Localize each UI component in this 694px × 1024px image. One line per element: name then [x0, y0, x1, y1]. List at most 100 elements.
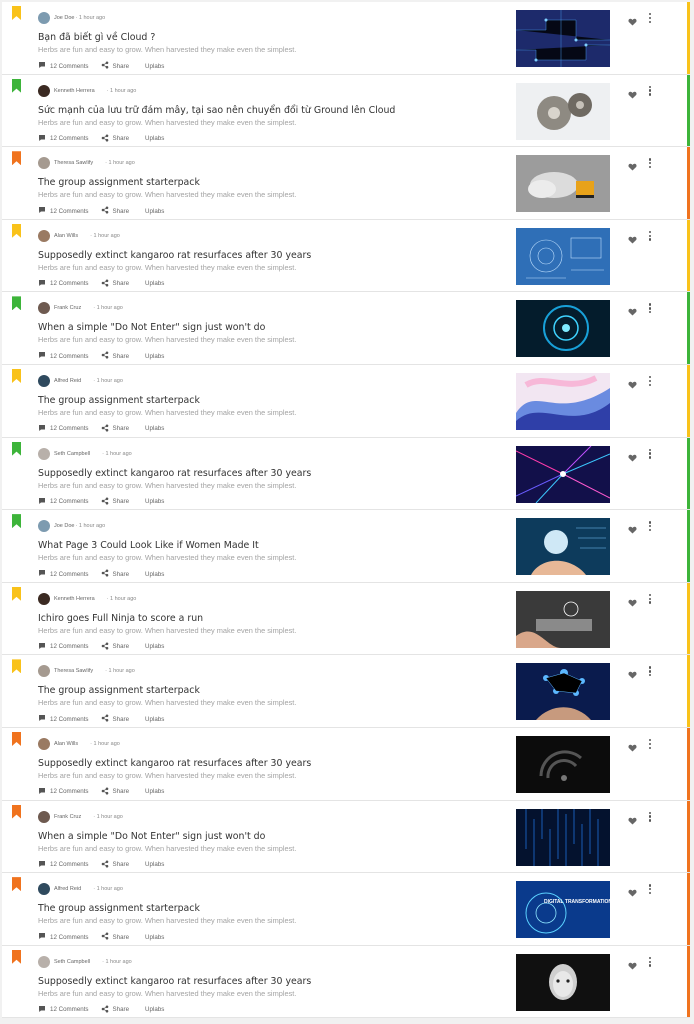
more-options-icon[interactable]: [648, 811, 652, 822]
more-options-icon[interactable]: [648, 303, 652, 314]
post-title[interactable]: Supposedly extinct kangaroo rat resurfac…: [38, 976, 311, 987]
author-name[interactable]: Joe Doe: [54, 523, 75, 529]
post-title[interactable]: When a simple "Do Not Enter" sign just w…: [38, 831, 265, 842]
more-options-icon[interactable]: [648, 158, 652, 169]
share-button[interactable]: Share: [101, 351, 129, 361]
comments-button[interactable]: 12 Comments: [38, 932, 89, 942]
like-heart-icon[interactable]: [628, 376, 637, 394]
post-card[interactable]: Joe Doe · 1 hour ago What Page 3 Could L…: [2, 510, 690, 583]
post-thumbnail[interactable]: [516, 155, 610, 213]
author-name[interactable]: Seth Campbell: [54, 451, 90, 457]
author-name[interactable]: Frank Cruz: [54, 305, 81, 311]
bookmark-icon[interactable]: [12, 877, 21, 892]
post-thumbnail[interactable]: [516, 300, 610, 358]
like-heart-icon[interactable]: [628, 739, 637, 757]
uplabs-link[interactable]: Uplabs: [145, 716, 164, 723]
author-name[interactable]: Kenneth Herrera: [54, 88, 95, 94]
post-card[interactable]: Seth Campbell · 1 hour ago Supposedly ex…: [2, 437, 690, 511]
avatar[interactable]: [38, 84, 50, 97]
like-heart-icon[interactable]: [628, 86, 637, 104]
avatar[interactable]: [38, 737, 50, 750]
author-name[interactable]: Frank Cruz: [54, 814, 81, 820]
post-thumbnail[interactable]: [516, 10, 610, 67]
share-button[interactable]: Share: [101, 569, 129, 579]
post-thumbnail[interactable]: [516, 227, 610, 285]
author-name[interactable]: Theresa Sawlify: [54, 668, 93, 674]
share-button[interactable]: Share: [101, 61, 129, 71]
share-button[interactable]: Share: [101, 714, 129, 724]
uplabs-link[interactable]: Uplabs: [145, 1006, 164, 1013]
more-options-icon[interactable]: [648, 521, 652, 532]
post-thumbnail[interactable]: [516, 663, 610, 721]
comments-button[interactable]: 12 Comments: [38, 424, 89, 434]
like-heart-icon[interactable]: [628, 231, 637, 249]
comments-button[interactable]: 12 Comments: [38, 642, 89, 652]
avatar[interactable]: [38, 229, 50, 242]
more-options-icon[interactable]: [648, 884, 652, 895]
author-name[interactable]: Seth Campbell: [54, 959, 90, 965]
comments-button[interactable]: 12 Comments: [38, 714, 89, 724]
post-thumbnail[interactable]: [516, 445, 610, 503]
share-button[interactable]: Share: [101, 860, 129, 870]
more-options-icon[interactable]: [648, 738, 652, 749]
avatar[interactable]: [38, 302, 50, 315]
bookmark-icon[interactable]: [12, 441, 21, 456]
uplabs-link[interactable]: Uplabs: [145, 280, 164, 287]
post-thumbnail[interactable]: [516, 518, 610, 576]
uplabs-link[interactable]: Uplabs: [145, 425, 164, 432]
post-thumbnail[interactable]: DIGITAL TRANSFORMATION: [516, 881, 610, 939]
post-title[interactable]: Supposedly extinct kangaroo rat resurfac…: [38, 468, 311, 479]
post-title[interactable]: Ichiro goes Full Ninja to score a run: [38, 613, 203, 624]
uplabs-link[interactable]: Uplabs: [145, 861, 164, 868]
post-title[interactable]: Bạn đã biết gì về Cloud ?: [38, 32, 155, 43]
post-card[interactable]: Alan Wills · 1 hour ago Supposedly extin…: [2, 219, 690, 293]
avatar[interactable]: [38, 665, 50, 678]
avatar[interactable]: [38, 12, 50, 24]
share-button[interactable]: Share: [101, 134, 129, 144]
post-title[interactable]: When a simple "Do Not Enter" sign just w…: [38, 322, 265, 333]
post-thumbnail[interactable]: [516, 82, 610, 140]
like-heart-icon[interactable]: [628, 812, 637, 830]
post-card[interactable]: Joe Doe · 1 hour ago Bạn đã biết gì về C…: [2, 2, 690, 75]
avatar[interactable]: [38, 447, 50, 460]
more-options-icon[interactable]: [648, 13, 652, 23]
author-name[interactable]: Theresa Sawlify: [54, 160, 93, 166]
like-heart-icon[interactable]: [628, 521, 637, 539]
bookmark-icon[interactable]: [12, 731, 21, 746]
share-button[interactable]: Share: [101, 1005, 129, 1015]
avatar[interactable]: [38, 955, 50, 968]
share-button[interactable]: Share: [101, 279, 129, 289]
author-name[interactable]: Alfred Reid: [54, 886, 81, 892]
post-title[interactable]: Supposedly extinct kangaroo rat resurfac…: [38, 250, 311, 261]
share-button[interactable]: Share: [101, 206, 129, 216]
share-button[interactable]: Share: [101, 497, 129, 507]
more-options-icon[interactable]: [648, 593, 652, 604]
like-heart-icon[interactable]: [628, 594, 637, 612]
post-card[interactable]: Kenneth Herrera · 1 hour ago Sức mạnh củ…: [2, 74, 690, 148]
comments-button[interactable]: 12 Comments: [38, 860, 89, 870]
post-card[interactable]: Kenneth Herrera · 1 hour ago Ichiro goes…: [2, 582, 690, 656]
share-button[interactable]: Share: [101, 787, 129, 797]
bookmark-icon[interactable]: [12, 6, 21, 20]
like-heart-icon[interactable]: [628, 884, 637, 902]
comments-button[interactable]: 12 Comments: [38, 279, 89, 289]
bookmark-icon[interactable]: [12, 949, 21, 964]
uplabs-link[interactable]: Uplabs: [145, 788, 164, 795]
bookmark-icon[interactable]: [12, 514, 21, 529]
more-options-icon[interactable]: [648, 230, 652, 241]
author-name[interactable]: Joe Doe: [54, 15, 75, 21]
more-options-icon[interactable]: [648, 956, 652, 967]
comments-button[interactable]: 12 Comments: [38, 351, 89, 361]
post-card[interactable]: Alfred Reid · 1 hour ago The group assig…: [2, 873, 690, 946]
uplabs-link[interactable]: Uplabs: [145, 643, 164, 650]
post-title[interactable]: The group assignment starterpack: [38, 685, 200, 696]
like-heart-icon[interactable]: [628, 957, 637, 975]
post-card[interactable]: Theresa Sawlify · 1 hour ago The group a…: [2, 147, 690, 220]
uplabs-link[interactable]: Uplabs: [145, 934, 164, 941]
author-name[interactable]: Alan Wills: [54, 233, 78, 239]
avatar[interactable]: [38, 810, 50, 823]
post-title[interactable]: Supposedly extinct kangaroo rat resurfac…: [38, 758, 311, 769]
bookmark-icon[interactable]: [12, 151, 21, 166]
bookmark-icon[interactable]: [12, 223, 21, 238]
post-card[interactable]: Frank Cruz · 1 hour ago When a simple "D…: [2, 800, 690, 874]
